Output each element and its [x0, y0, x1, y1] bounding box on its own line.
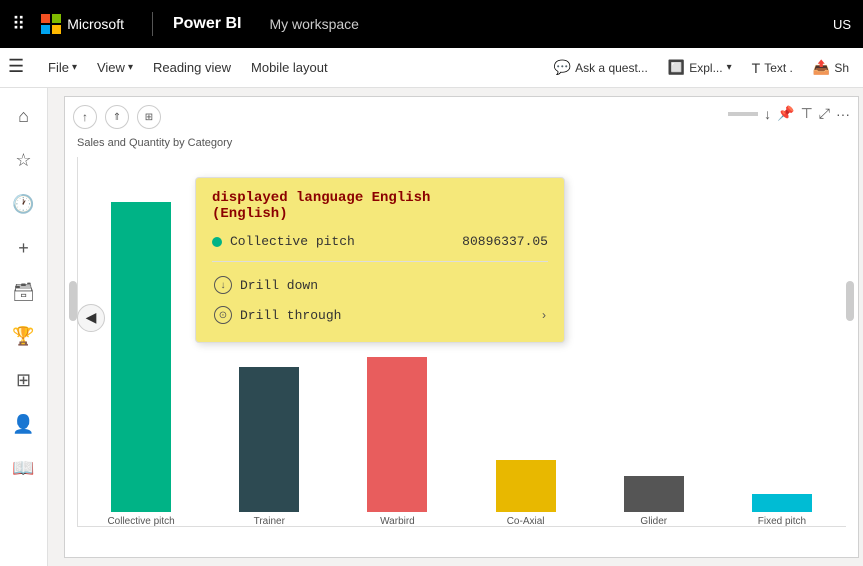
view-menu[interactable]: View ▾ [89, 56, 141, 79]
bar-coaxial[interactable] [496, 460, 556, 512]
explore-btn[interactable]: 🔲 Expl... ▾ [662, 55, 738, 80]
share-icon: 📤 [813, 59, 830, 76]
scroll-handle-right[interactable] [846, 281, 854, 321]
bar-collective[interactable] [111, 202, 171, 512]
bar-label-coaxial: Co-Axial [507, 516, 545, 527]
tooltip-popup: displayed language English (English) Col… [195, 177, 565, 343]
scroll-handle-left[interactable] [69, 281, 77, 321]
back-button[interactable]: ◀ [77, 304, 105, 332]
focus-icon[interactable]: ⤢ [819, 105, 830, 122]
main-area: ↑ ⇑ ⊞ ↓ 📌 ⊤ ⤢ ··· Sales and Quantity by … [48, 88, 863, 566]
reading-view-label: Reading view [153, 60, 231, 75]
app-name-label: Power BI [173, 15, 241, 33]
drill-mode-btn[interactable]: ⇑ [105, 105, 129, 129]
explore-chevron: ▾ [727, 62, 732, 73]
chat-icon: 💬 [554, 59, 571, 76]
ask-question-btn[interactable]: 💬 Ask a quest... [548, 55, 654, 80]
view-label: View [97, 60, 125, 75]
drill-down-label: Drill down [240, 278, 546, 293]
tooltip-value: 80896337.05 [462, 234, 548, 249]
file-chevron: ▾ [72, 62, 77, 73]
sidebar-goals[interactable]: 🏆 [4, 316, 44, 356]
sidebar-learn[interactable]: 📖 [4, 448, 44, 488]
view-chevron: ▾ [128, 62, 133, 73]
bar-group-warbird: Warbird [333, 357, 461, 527]
bar-glider[interactable] [624, 476, 684, 512]
workspace-label: My workspace [269, 16, 358, 32]
bar-label-fixedpitch: Fixed pitch [758, 516, 806, 527]
share-label: Sh [834, 61, 849, 75]
chart-controls-left: ↑ ⇑ ⊞ [73, 105, 161, 129]
text-label: Text . [764, 61, 793, 75]
drill-through-label: Drill through [240, 308, 534, 323]
menu-bar-right: 💬 Ask a quest... 🔲 Expl... ▾ T Text . 📤 … [548, 55, 855, 80]
drill-through-icon: ⊙ [214, 306, 232, 324]
drill-up-btn[interactable]: ↑ [73, 105, 97, 129]
explore-icon: 🔲 [668, 59, 685, 76]
text-icon: T [752, 60, 761, 76]
share-btn[interactable]: 📤 Sh [807, 55, 855, 80]
bar-fixedpitch[interactable] [752, 494, 812, 512]
tooltip-title: displayed language English (English) [212, 190, 548, 222]
pin-icon[interactable]: 📌 [777, 105, 794, 122]
sidebar-data[interactable]: 🗃 [4, 272, 44, 312]
sidebar-recent[interactable]: 🕐 [4, 184, 44, 224]
drill-through-chevron: › [542, 308, 546, 322]
chart-controls-right: ↓ 📌 ⊤ ⤢ ··· [728, 105, 850, 122]
mobile-layout-label: Mobile layout [251, 60, 328, 75]
drill-through-action[interactable]: ⊙ Drill through › [212, 300, 548, 330]
more-icon[interactable]: ··· [836, 106, 850, 122]
top-nav: ⠿ Power BI Microsoft Power BI My workspa… [0, 0, 863, 48]
reading-view-menu[interactable]: Reading view [145, 56, 239, 79]
download-icon[interactable]: ↓ [764, 106, 771, 122]
microsoft-text: Microsoft [67, 16, 124, 32]
tooltip-data-row: Collective pitch 80896337.05 [212, 230, 548, 253]
bar-warbird[interactable] [367, 357, 427, 512]
expand-all-btn[interactable]: ⊞ [137, 105, 161, 129]
ask-question-label: Ask a quest... [575, 61, 648, 75]
sidebar-create[interactable]: + [4, 228, 44, 268]
tooltip-dot [212, 237, 222, 247]
drill-down-icon: ↓ [214, 276, 232, 294]
sidebar-apps[interactable]: ⊞ [4, 360, 44, 400]
tooltip-key: Collective pitch [230, 234, 454, 249]
bar-group-fixedpitch: Fixed pitch [718, 494, 846, 527]
sidebar-people[interactable]: 👤 [4, 404, 44, 444]
nav-divider [152, 12, 153, 36]
drill-down-action[interactable]: ↓ Drill down [212, 270, 548, 300]
left-sidebar: ⌂ ☆ 🕐 + 🗃 🏆 ⊞ 👤 📖 [0, 88, 48, 566]
microsoft-logo: Power BI Microsoft [41, 14, 124, 34]
bar-group-coaxial: Co-Axial [462, 460, 590, 527]
bar-label-glider: Glider [640, 516, 667, 527]
mobile-layout-menu[interactable]: Mobile layout [243, 56, 336, 79]
text-btn[interactable]: T Text . [746, 56, 799, 80]
file-label: File [48, 60, 69, 75]
user-label: US [833, 17, 851, 32]
tooltip-title-line1: displayed language English [212, 190, 430, 206]
bar-trainer[interactable] [239, 367, 299, 512]
sidebar-home[interactable]: ⌂ [4, 96, 44, 136]
bar-group-trainer: Trainer [205, 367, 333, 527]
bar-group-glider: Glider [590, 476, 718, 527]
bar-group-collective: Collective pitch [77, 202, 205, 527]
sidebar-favorites[interactable]: ☆ [4, 140, 44, 180]
report-canvas: ↑ ⇑ ⊞ ↓ 📌 ⊤ ⤢ ··· Sales and Quantity by … [64, 96, 859, 558]
tooltip-title-line2: (English) [212, 206, 288, 222]
file-menu[interactable]: File ▾ [40, 56, 85, 79]
explore-label: Expl... [689, 61, 722, 75]
hamburger-icon[interactable]: ☰ [8, 56, 24, 77]
bar-label-collective: Collective pitch [107, 516, 174, 527]
apps-icon[interactable]: ⠿ [12, 14, 25, 35]
menu-bar: ☰ File ▾ View ▾ Reading view Mobile layo… [0, 48, 863, 88]
tooltip-divider [212, 261, 548, 262]
bar-label-trainer: Trainer [254, 516, 285, 527]
filter-icon[interactable]: ⊤ [801, 105, 813, 122]
bar-label-warbird: Warbird [380, 516, 415, 527]
drag-handle [728, 112, 758, 116]
